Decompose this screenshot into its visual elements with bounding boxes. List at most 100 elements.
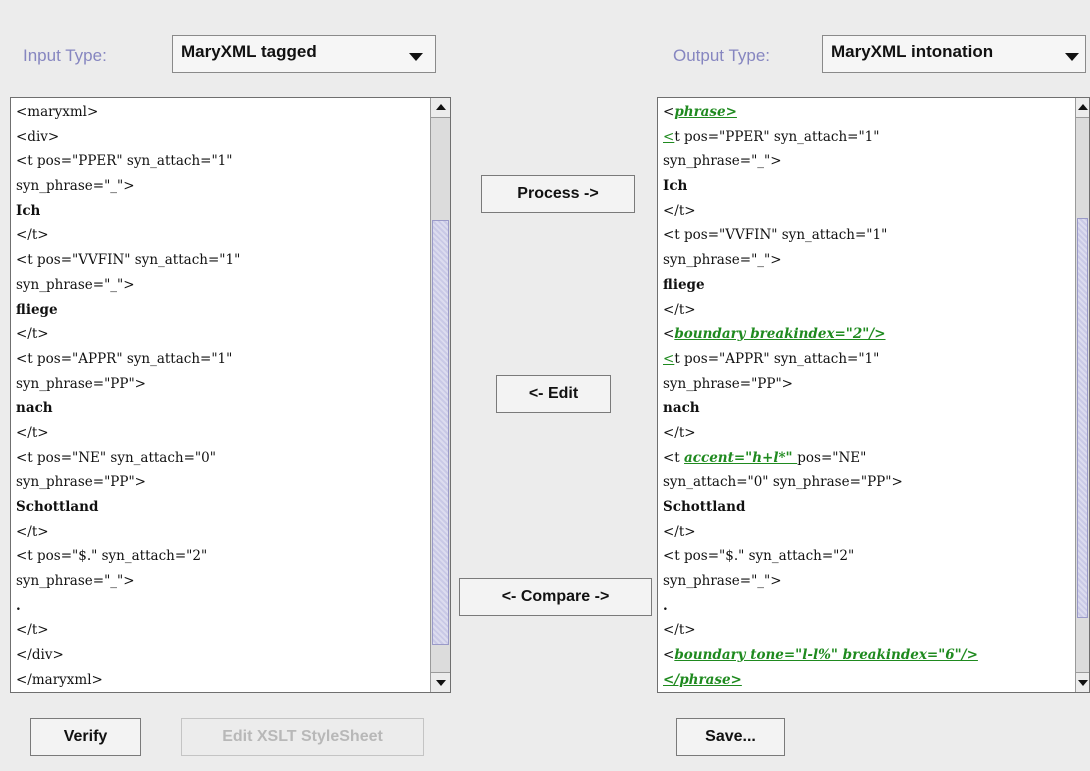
code-line: </maryxml> xyxy=(16,668,240,692)
code-line: syn_phrase="_"> xyxy=(16,569,240,594)
process-button[interactable]: Process -> xyxy=(481,175,635,213)
code-token: boundary breakindex="2"/> xyxy=(674,326,886,343)
scroll-up-button[interactable] xyxy=(1076,98,1089,118)
code-token: syn_phrase="_"> xyxy=(16,178,135,195)
code-token: </maryxml> xyxy=(16,671,103,688)
code-line: </t> xyxy=(16,618,240,643)
code-token: syn_phrase="PP"> xyxy=(663,375,793,392)
edit-xslt-stylesheet-button[interactable]: Edit XSLT StyleSheet xyxy=(181,718,424,756)
scroll-up-button[interactable] xyxy=(431,98,450,118)
code-token: < xyxy=(663,104,675,120)
code-line: syn_phrase="_"> xyxy=(663,248,978,273)
code-token: syn_phrase="_"> xyxy=(16,276,135,293)
arrow-up-icon xyxy=(435,104,446,110)
code-token: syn_phrase="PP"> xyxy=(16,375,146,392)
input-type-value: MaryXML tagged xyxy=(181,42,317,61)
code-line: Ich xyxy=(663,174,978,199)
verify-button[interactable]: Verify xyxy=(30,718,141,756)
code-line: syn_phrase="PP"> xyxy=(16,470,240,495)
output-text-area[interactable]: <phrase> <t pos="PPER" syn_attach="1" syn_… xyxy=(657,97,1090,693)
code-token: syn_attach="0" syn_phrase="PP"> xyxy=(663,474,903,491)
code-line: syn_phrase="_"> xyxy=(16,273,240,298)
code-token: nach xyxy=(663,400,700,417)
arrow-down-icon xyxy=(435,680,446,686)
code-line: <t pos="$." syn_attach="2" xyxy=(16,544,240,569)
output-type-select[interactable]: MaryXML intonation xyxy=(822,35,1086,73)
code-line: Schottland xyxy=(663,495,978,520)
code-line: Schottland xyxy=(16,495,240,520)
code-token: </t> xyxy=(16,326,49,343)
code-token: t pos="PPER" syn_attach="1" xyxy=(674,128,880,145)
code-token: < xyxy=(663,128,675,145)
code-token: Ich xyxy=(16,202,41,219)
code-line: syn_phrase="_"> xyxy=(16,174,240,199)
code-token: <t xyxy=(663,449,685,466)
code-token: <t pos="$." syn_attach="2" xyxy=(16,548,208,565)
input-type-label: Input Type: xyxy=(23,46,107,65)
code-line: </t> xyxy=(16,223,240,248)
input-type-select[interactable]: MaryXML tagged xyxy=(172,35,436,73)
arrow-up-icon xyxy=(1077,104,1088,110)
code-token: nach xyxy=(16,400,53,417)
edit-button[interactable]: <- Edit xyxy=(496,375,611,413)
input-xml-content[interactable]: <maryxml> <div> <t pos="PPER" syn_attach="… xyxy=(16,100,240,692)
output-xml-content[interactable]: <phrase> <t pos="PPER" syn_attach="1" syn_… xyxy=(663,100,978,692)
code-token: </t> xyxy=(663,301,696,318)
code-line: <t pos="APPR" syn_attach="1" xyxy=(16,347,240,372)
code-line: </t> xyxy=(16,322,240,347)
input-text-area[interactable]: <maryxml> <div> <t pos="PPER" syn_attach="… xyxy=(10,97,451,693)
code-line: syn_phrase="_"> xyxy=(663,569,978,594)
code-token: boundary tone="l-l%" breakindex="6"/> xyxy=(674,647,978,664)
code-token: </t> xyxy=(663,424,696,441)
code-token: </t> xyxy=(16,523,49,540)
code-line: </t> xyxy=(16,421,240,446)
code-line: syn_phrase="PP"> xyxy=(663,372,978,397)
code-token: <t pos="APPR" syn_attach="1" xyxy=(16,350,233,367)
code-line: </div> xyxy=(16,643,240,668)
code-token: . xyxy=(663,597,668,614)
code-token: <div> xyxy=(16,128,60,145)
code-line: <t pos="VVFIN" syn_attach="1" xyxy=(663,223,978,248)
code-token: syn_phrase="_"> xyxy=(663,252,782,269)
output-scrollbar[interactable] xyxy=(1075,98,1089,692)
code-token: syn_phrase="_"> xyxy=(663,573,782,590)
code-line: <boundary tone="l-l%" breakindex="6"/> xyxy=(663,643,978,668)
code-line: <maryxml> xyxy=(16,100,240,125)
code-token: </t> xyxy=(16,227,49,244)
code-token: Schottland xyxy=(16,499,99,515)
code-line: syn_phrase="PP"> xyxy=(16,372,240,397)
code-token: </t> xyxy=(663,202,696,219)
scroll-down-button[interactable] xyxy=(431,672,450,692)
code-line: </t> xyxy=(16,520,240,545)
save-button[interactable]: Save... xyxy=(676,718,785,756)
code-line: </t> xyxy=(663,298,978,323)
code-line: <t accent="h+l*" pos="NE" xyxy=(663,446,978,471)
code-line: <t pos="VVFIN" syn_attach="1" xyxy=(16,248,240,273)
code-line: syn_attach="0" syn_phrase="PP"> xyxy=(663,470,978,495)
code-token: Ich xyxy=(663,178,688,195)
scroll-thumb[interactable] xyxy=(1077,218,1088,618)
code-token: < xyxy=(663,326,675,343)
code-token: syn_phrase="PP"> xyxy=(16,474,146,491)
code-token: pos="NE" xyxy=(797,449,867,466)
code-line: <t pos="NE" syn_attach="0" xyxy=(16,446,240,471)
code-line: </t> xyxy=(663,421,978,446)
code-token: accent="h+l*" xyxy=(684,449,798,466)
code-token: <maryxml> xyxy=(16,104,99,120)
compare-button[interactable]: <- Compare -> xyxy=(459,578,652,616)
chevron-down-icon xyxy=(409,53,423,61)
arrow-down-icon xyxy=(1077,680,1088,686)
code-line: <t pos="$." syn_attach="2" xyxy=(663,544,978,569)
code-token: t pos="APPR" syn_attach="1" xyxy=(674,350,880,367)
input-scrollbar[interactable] xyxy=(430,98,450,692)
code-line: fliege xyxy=(663,273,978,298)
scroll-down-button[interactable] xyxy=(1076,672,1089,692)
code-line: <div> xyxy=(16,125,240,150)
code-token: < xyxy=(663,350,675,367)
code-token: </t> xyxy=(663,523,696,540)
code-line: nach xyxy=(16,396,240,421)
code-token: fliege xyxy=(16,301,58,318)
scroll-thumb[interactable] xyxy=(432,220,449,645)
code-token: <t pos="$." syn_attach="2" xyxy=(663,548,855,565)
code-line: Ich xyxy=(16,199,240,224)
